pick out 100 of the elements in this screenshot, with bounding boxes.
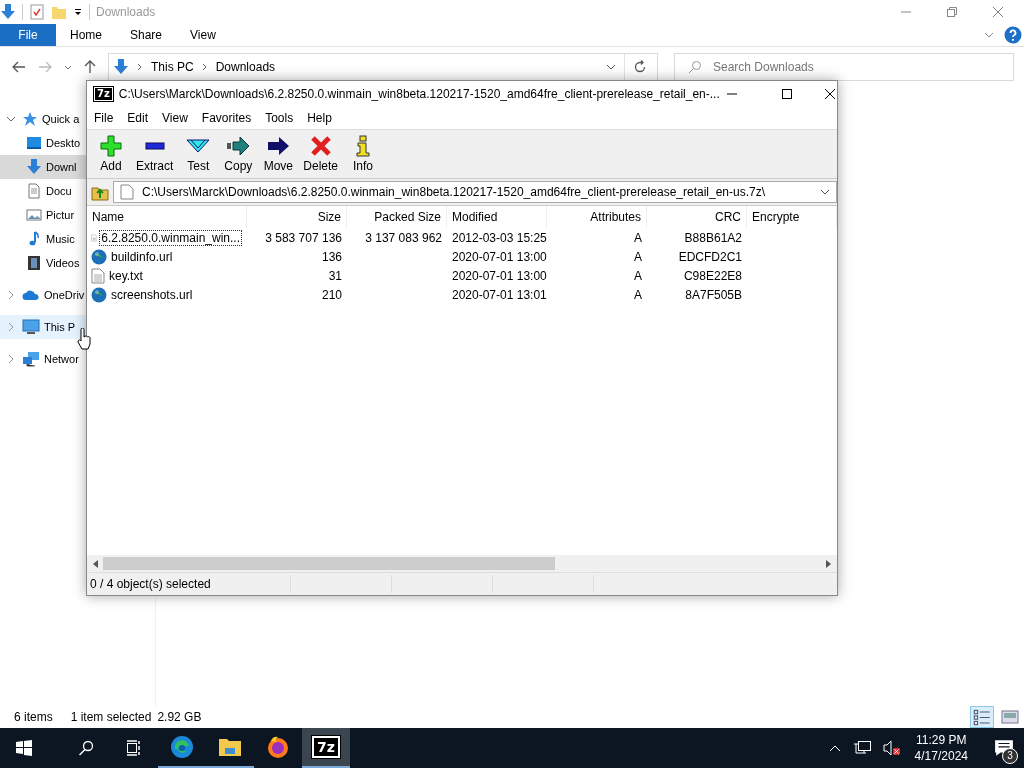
table-cell-text: A: [633, 268, 643, 283]
scroll-right-icon[interactable]: [825, 559, 831, 568]
expanded-chevron-icon[interactable]: [6, 116, 16, 122]
menu-item[interactable]: Edit: [127, 111, 149, 125]
menu-item[interactable]: Help: [307, 111, 332, 125]
up-icon[interactable]: [84, 60, 96, 74]
globe-icon: [91, 248, 107, 265]
table-cell-text: 3 583 707 136: [264, 230, 343, 245]
download-arrow-icon[interactable]: [0, 4, 16, 20]
file-tab[interactable]: File: [0, 24, 56, 46]
edge-icon: [170, 735, 194, 759]
ribbon-tab[interactable]: Share: [116, 24, 177, 46]
app-logo: 7z: [94, 87, 113, 101]
table-cell-text: A: [633, 249, 643, 264]
table-cell-text: A: [633, 287, 643, 302]
desktop-icon: [26, 135, 42, 151]
column-header[interactable]: Attributes: [547, 206, 647, 228]
dropdown-icon[interactable]: [73, 7, 83, 17]
dropdown-icon[interactable]: [606, 64, 616, 70]
table-cell-text: 2020-07-01 13:00: [451, 249, 547, 264]
toolbar-button[interactable]: Test: [178, 135, 219, 173]
ribbon-tab[interactable]: View: [176, 24, 230, 46]
breadcrumb[interactable]: Downloads: [215, 60, 276, 74]
chevron-icon: [137, 63, 143, 71]
ribbon-tab[interactable]: Home: [56, 24, 116, 46]
column-header[interactable]: Size: [247, 206, 347, 228]
chevron-icon: [201, 63, 208, 71]
download-arrow-icon: [26, 159, 42, 175]
download-arrow-icon: [113, 59, 129, 75]
plus-icon: [100, 135, 122, 157]
network-icon: [22, 351, 40, 367]
taskbar-app[interactable]: 7z: [302, 728, 350, 768]
details-view-icon[interactable]: [970, 706, 994, 728]
menu-item[interactable]: File: [94, 111, 114, 125]
cross-icon: [309, 135, 332, 157]
selection-info: 1 item selected: [70, 710, 152, 724]
app-logo: 7z: [312, 736, 340, 758]
search-field[interactable]: Search Downloads: [674, 53, 1014, 81]
menu-item[interactable]: View: [162, 111, 188, 125]
help-icon[interactable]: [1004, 26, 1022, 44]
document-icon: [26, 183, 42, 199]
window-title: Downloads: [96, 5, 156, 19]
column-header[interactable]: Modified: [447, 206, 547, 228]
task-view-icon[interactable]: [126, 740, 142, 756]
maximize-icon[interactable]: [780, 88, 793, 100]
back-icon[interactable]: [12, 61, 26, 73]
table-cell-text: C98E22E8: [682, 268, 743, 283]
column-header[interactable]: Name: [87, 206, 247, 228]
menu-item[interactable]: Tools: [265, 111, 294, 125]
table-cell-text: 8A7F505B: [684, 287, 743, 302]
path-field[interactable]: C:\Users\Marck\Downloads\6.2.8250.0.winmain_win8beta.120217-1520_amd64fre_client-prerelease_retail_en-us.7z\: [113, 181, 837, 203]
recent-dropdown-icon[interactable]: [64, 64, 72, 70]
toolbar-button[interactable]: Copy: [218, 135, 259, 173]
table-cell-text: 2020-07-01 13:01: [451, 287, 547, 302]
firefox-icon: [266, 735, 290, 759]
file-name[interactable]: 6.2.8250.0.winmain_win...: [99, 229, 242, 246]
show-hidden-icons-icon[interactable]: [828, 744, 841, 752]
toolbar-button[interactable]: Info: [343, 135, 384, 173]
scroll-left-icon[interactable]: [93, 559, 99, 568]
file-name[interactable]: screenshots.url: [109, 286, 195, 303]
nav-item[interactable]: Networ: [0, 347, 155, 371]
file-name[interactable]: key.txt: [107, 267, 145, 284]
film-icon: [26, 255, 42, 271]
picture-icon: [26, 207, 42, 223]
refresh-icon[interactable]: [633, 60, 647, 74]
toolbar-button[interactable]: Delete: [298, 135, 344, 173]
table-cell-text: 210: [320, 287, 343, 302]
start-icon[interactable]: [16, 740, 32, 756]
expand-ribbon-icon[interactable]: [984, 32, 994, 38]
selection-size: 2.92 GB: [157, 710, 202, 724]
breadcrumb[interactable]: This PC: [151, 60, 194, 74]
notifications-button[interactable]: 3: [984, 728, 1024, 768]
network-icon[interactable]: [852, 741, 871, 755]
column-header[interactable]: Encrypte: [747, 206, 837, 228]
table-cell-text: EDCFD2C1: [677, 249, 743, 264]
restore-icon[interactable]: [946, 6, 958, 18]
column-header[interactable]: Packed Size: [347, 206, 447, 228]
window-title: C:\Users\Marck\Downloads\6.2.8250.0.winmain_win8beta.120217-1520_amd64fre_client-prerelease_retail_en-...: [118, 87, 720, 101]
search-icon: [688, 60, 702, 74]
collapsed-chevron-icon[interactable]: [8, 354, 14, 364]
close-icon[interactable]: [823, 88, 836, 100]
menu-item[interactable]: Favorites: [201, 111, 252, 125]
item-count: 6 items: [14, 710, 53, 724]
search-icon[interactable]: [78, 740, 94, 756]
clock[interactable]: 11:29 PM 4/17/2024: [914, 732, 968, 764]
cloud-icon: [22, 289, 40, 301]
toolbar-button[interactable]: Move: [258, 135, 299, 173]
properties-icon[interactable]: [29, 4, 45, 20]
arrow-right-icon: [226, 135, 251, 157]
table-cell-text: 31: [327, 268, 343, 283]
table-cell-text: 2012-03-03 15:25: [451, 230, 547, 245]
file-icon: [120, 184, 134, 200]
collapsed-chevron-icon[interactable]: [8, 290, 14, 300]
status-text: 0 / 4 object(s) selected: [87, 575, 291, 593]
column-header[interactable]: CRC: [647, 206, 747, 228]
dropdown-icon: [820, 189, 830, 195]
computer-icon: [22, 319, 40, 335]
muted-speaker-icon[interactable]: [882, 740, 901, 756]
horizontal-scrollbar[interactable]: [87, 555, 837, 572]
file-name[interactable]: buildinfo.url: [109, 248, 175, 265]
